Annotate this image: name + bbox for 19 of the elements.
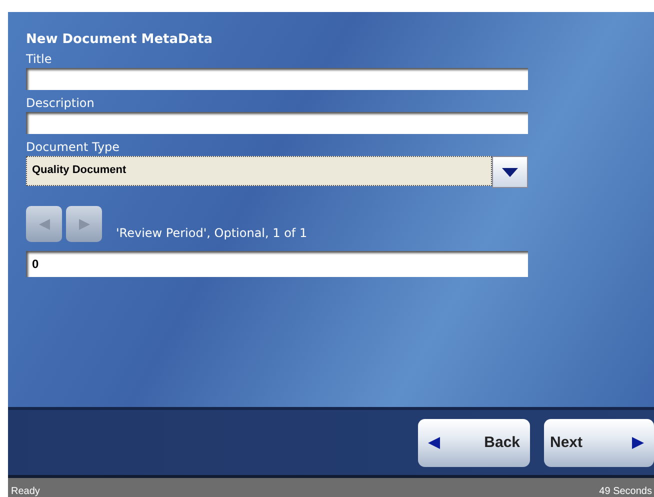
right-arrow-icon	[78, 218, 90, 230]
dropdown-field[interactable]: Quality Document	[26, 156, 492, 186]
status-text: Ready	[11, 486, 40, 497]
dropdown-button[interactable]	[492, 156, 528, 188]
nav-button[interactable]: Next	[544, 418, 654, 466]
field-label: Document Type	[26, 139, 121, 156]
value-field[interactable]: 0	[26, 251, 528, 277]
right-arrow-icon	[632, 436, 644, 448]
item-caption: 'Review Period', Optional, 1 of 1	[116, 226, 308, 240]
caret-down-icon	[502, 168, 518, 176]
timer-text: 49 Seconds	[599, 486, 652, 497]
field-label: Description	[26, 95, 96, 112]
left-arrow-icon	[428, 436, 440, 448]
text-field[interactable]	[26, 68, 528, 90]
left-arrow-icon	[38, 218, 50, 230]
text-field[interactable]	[26, 112, 528, 134]
field-label: Title	[26, 51, 53, 68]
nav-button[interactable]: Back	[418, 418, 530, 466]
form-heading: New Document MetaData	[26, 32, 214, 48]
